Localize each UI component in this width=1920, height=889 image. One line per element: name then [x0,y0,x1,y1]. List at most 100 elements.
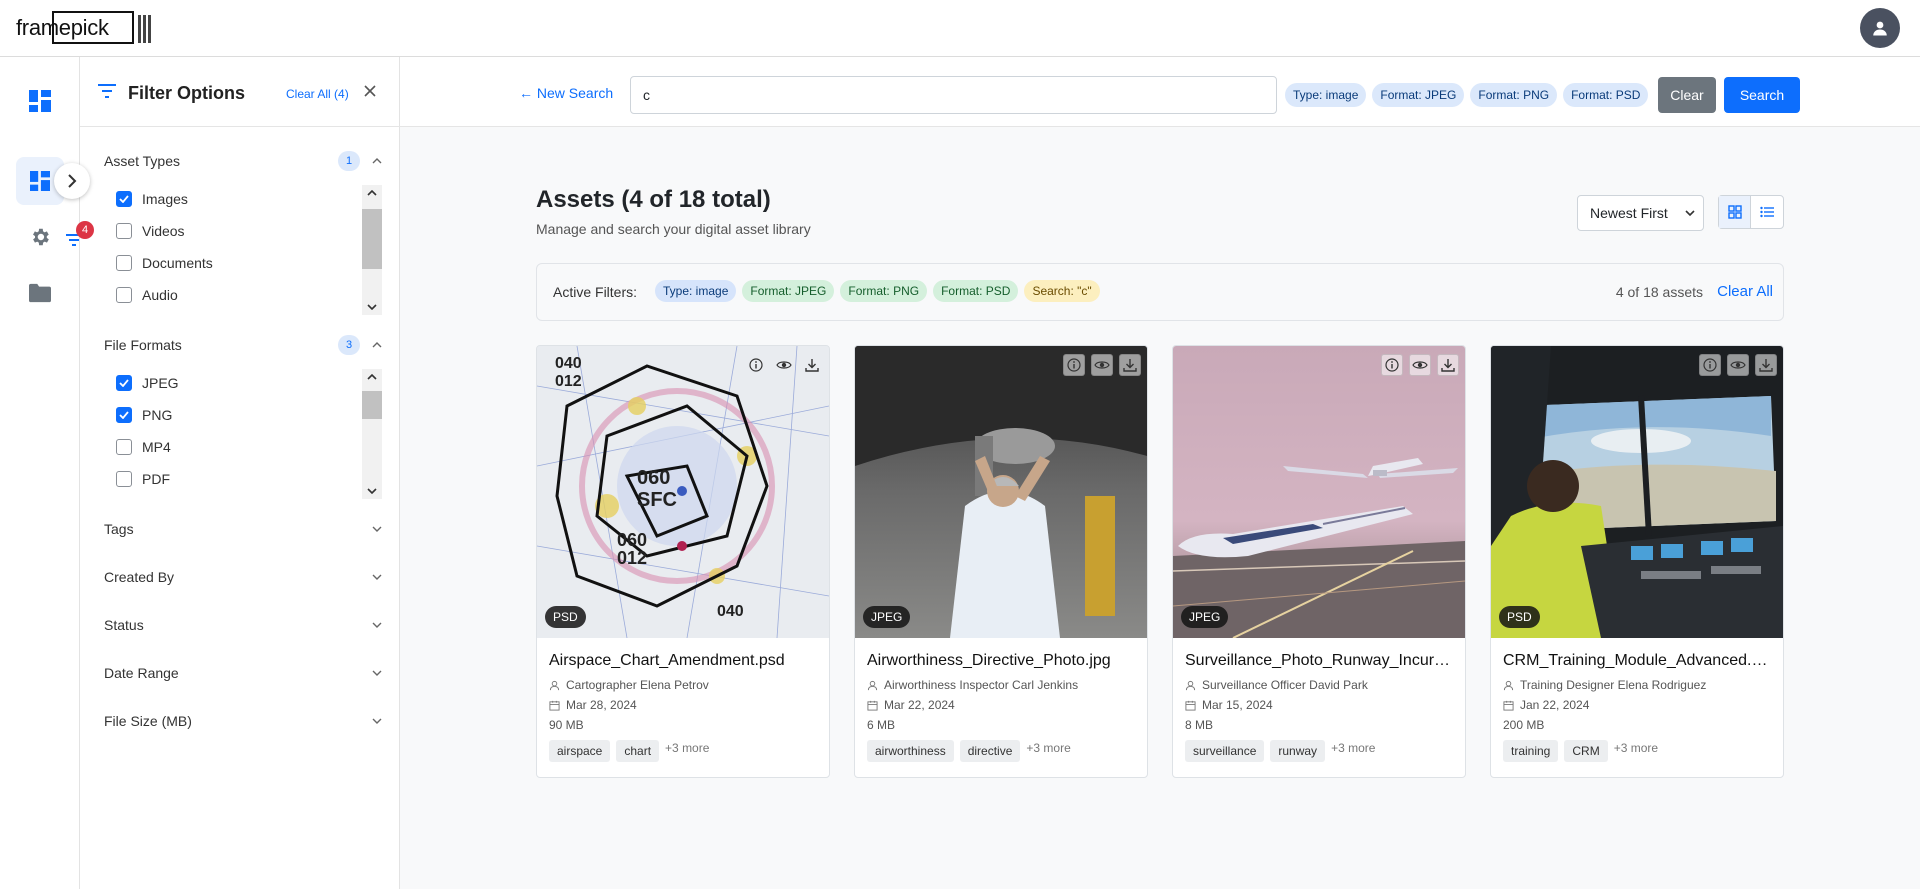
more-tags[interactable]: +3 more [1614,741,1658,755]
list-view-button[interactable] [1751,196,1783,228]
info-icon[interactable] [1381,354,1403,376]
tag[interactable]: directive [959,740,1021,762]
asset-card[interactable]: JPEG Airworthiness_Directive_Photo.jpg A… [854,345,1148,778]
search-input[interactable] [630,76,1277,114]
scroll-thumb[interactable] [362,209,382,269]
preview-eye-icon[interactable] [1409,354,1431,376]
checkbox[interactable] [116,287,132,303]
user-avatar[interactable] [1860,8,1900,48]
user-icon [1503,680,1514,690]
close-icon[interactable] [363,84,377,98]
checkbox[interactable] [116,255,132,271]
info-icon[interactable] [1063,354,1085,376]
active-filter-pill[interactable]: Type: image [655,280,737,302]
tag[interactable]: airspace [549,740,611,762]
tag[interactable]: training [1503,740,1559,762]
sort-select[interactable]: Newest First [1577,195,1704,231]
tag[interactable]: CRM [1564,740,1608,762]
filter-pill[interactable]: Format: PNG [1470,83,1558,107]
clear-button[interactable]: Clear [1658,77,1716,113]
asset-thumbnail[interactable]: PSD [1491,346,1783,638]
preview-eye-icon[interactable] [1091,354,1113,376]
asset-title[interactable]: CRM_Training_Module_Advanced.psd [1503,652,1775,670]
clear-all-link[interactable]: Clear All [1717,283,1773,300]
scroll-up-icon[interactable] [362,185,382,201]
more-tags[interactable]: +3 more [665,741,709,755]
new-search-link[interactable]: ← New Search [519,85,613,101]
preview-eye-icon[interactable] [773,354,795,376]
download-icon[interactable] [801,354,823,376]
section-date-range[interactable]: Date Range [104,661,384,685]
scroll-down-icon[interactable] [362,299,382,315]
asset-thumbnail[interactable]: JPEG [1173,346,1465,638]
active-filter-pill[interactable]: Format: PNG [840,280,928,302]
section-tags[interactable]: Tags [104,517,384,541]
filter-pill[interactable]: Type: image [1285,83,1367,107]
tag[interactable]: chart [616,740,660,762]
tag[interactable]: airworthiness [867,740,954,762]
tag[interactable]: runway [1270,740,1326,762]
folder-icon[interactable] [20,273,60,313]
asset-card[interactable]: JPEG Surveillance_Photo_Runway_Incursion… [1172,345,1466,778]
section-file-size[interactable]: File Size (MB) [104,709,384,733]
view-toggle [1718,195,1784,229]
download-icon[interactable] [1119,354,1141,376]
checkbox[interactable] [116,375,132,391]
asset-card[interactable]: 060 SFC 060 012 040 012 040 PSD Airspace… [536,345,830,778]
tag[interactable]: surveillance [1185,740,1265,762]
section-created-by[interactable]: Created By [104,565,384,589]
app-logo[interactable]: framepick [16,11,151,45]
section-file-formats: File Formats 3 [104,333,384,357]
filter-option-images[interactable]: Images [116,183,356,215]
asset-thumbnail[interactable]: JPEG [855,346,1147,638]
download-icon[interactable] [1755,354,1777,376]
download-icon[interactable] [1437,354,1459,376]
filter-option-documents[interactable]: Documents [116,247,356,279]
section-status[interactable]: Status [104,613,384,637]
active-filter-pill[interactable]: Search: "c" [1024,280,1100,302]
filter-option-mp4[interactable]: MP4 [116,431,356,463]
filter-option-png[interactable]: PNG [116,399,356,431]
scroll-down-icon[interactable] [362,483,382,499]
info-icon[interactable] [1699,354,1721,376]
active-filter-pill[interactable]: Format: JPEG [742,280,835,302]
filter-option-pdf[interactable]: PDF [116,463,356,495]
active-filters-bar: Active Filters: Type: image Format: JPEG… [536,263,1784,321]
filter-pill[interactable]: Format: PSD [1563,83,1649,107]
preview-eye-icon[interactable] [1727,354,1749,376]
asset-tags: airworthiness directive +3 more [867,740,1071,762]
checkbox[interactable] [116,191,132,207]
clear-all-filters-link[interactable]: Clear All (4) [286,87,349,101]
dashboard-icon[interactable] [20,81,60,121]
asset-title[interactable]: Airspace_Chart_Amendment.psd [549,652,821,670]
filter-option-jpeg[interactable]: JPEG [116,367,356,399]
scroll-up-icon[interactable] [362,369,382,385]
asset-title[interactable]: Surveillance_Photo_Runway_Incursion.jpg [1185,652,1457,670]
active-filter-pill[interactable]: Format: PSD [933,280,1019,302]
checkbox[interactable] [116,407,132,423]
asset-card[interactable]: PSD CRM_Training_Module_Advanced.psd Tra… [1490,345,1784,778]
info-icon[interactable] [745,354,767,376]
file-formats-scrollbar[interactable] [362,369,382,499]
checkbox[interactable] [116,439,132,455]
checkbox[interactable] [116,223,132,239]
checkbox[interactable] [116,471,132,487]
search-button[interactable]: Search [1724,77,1800,113]
file-formats-header[interactable]: File Formats 3 [104,333,384,357]
asset-author: Airworthiness Inspector Carl Jenkins [867,678,1078,692]
more-tags[interactable]: +3 more [1026,741,1070,755]
settings-icon[interactable] [20,217,60,257]
asset-thumbnail[interactable]: 060 SFC 060 012 040 012 040 PSD [537,346,829,638]
asset-author: Cartographer Elena Petrov [549,678,709,692]
chevron-down-icon [370,618,384,632]
asset-types-header[interactable]: Asset Types 1 [104,149,384,173]
filter-pill[interactable]: Format: JPEG [1372,83,1465,107]
expand-sidebar-button[interactable] [54,163,90,199]
filter-option-videos[interactable]: Videos [116,215,356,247]
grid-view-button[interactable] [1719,196,1751,228]
filter-option-audio[interactable]: Audio [116,279,356,311]
asset-title[interactable]: Airworthiness_Directive_Photo.jpg [867,652,1139,670]
asset-types-scrollbar[interactable] [362,185,382,315]
more-tags[interactable]: +3 more [1331,741,1375,755]
scroll-thumb[interactable] [362,391,382,419]
